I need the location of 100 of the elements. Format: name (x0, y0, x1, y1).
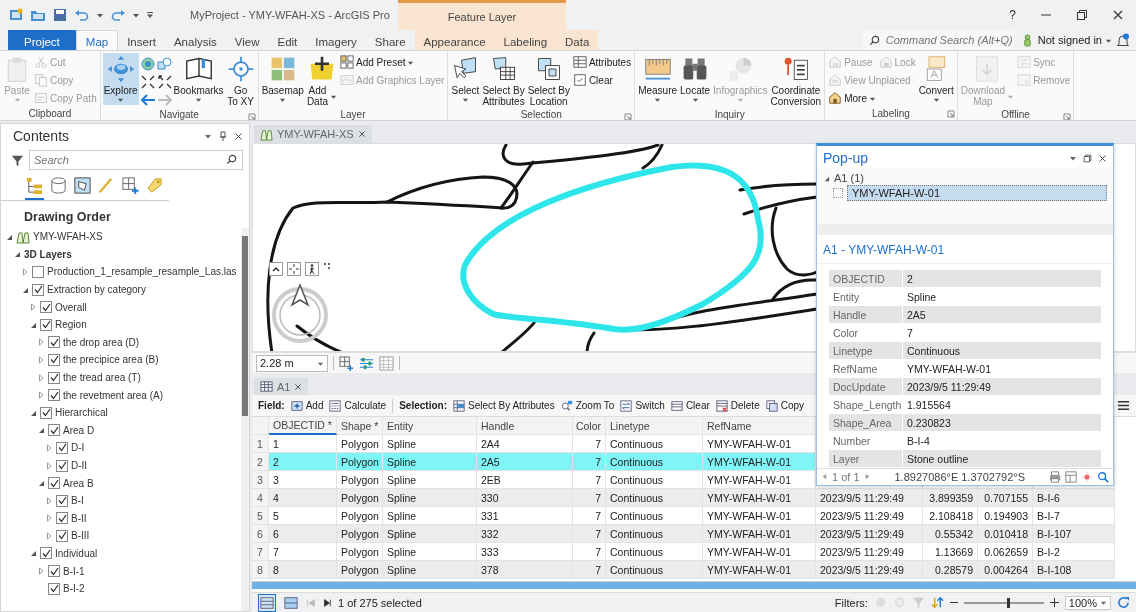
flash-icon[interactable] (1081, 470, 1093, 483)
magnifier-icon[interactable] (1097, 470, 1109, 483)
restore-icon[interactable] (1076, 9, 1088, 21)
toolbar-button[interactable]: Select By Attributes (452, 399, 555, 412)
ribbon-tab[interactable]: Data (556, 30, 599, 50)
checkbox[interactable] (40, 406, 52, 419)
ribbon-button[interactable]: Locate (679, 53, 712, 105)
collapse-arrow-icon[interactable] (13, 250, 21, 259)
expand-arrow-icon[interactable] (45, 514, 53, 523)
ribbon-tab[interactable]: Appearance (414, 30, 495, 50)
ribbon-button[interactable]: Measure (637, 53, 679, 105)
arrows-outward-icon[interactable] (156, 74, 173, 90)
layer-name[interactable]: D-I (71, 442, 85, 454)
column-header[interactable]: Entity (383, 417, 477, 435)
row-header[interactable]: 8 (252, 561, 269, 579)
launcher-icon[interactable] (946, 110, 955, 118)
ribbon-button[interactable]: Attributes (571, 54, 633, 70)
expand-arrow-icon[interactable] (21, 268, 29, 276)
checkbox[interactable] (56, 494, 68, 507)
launcher-icon[interactable] (1063, 113, 1072, 120)
ribbon-button[interactable]: More (827, 90, 877, 106)
document-tab[interactable]: YMY-WFAH-XS (254, 125, 372, 143)
toolbar-button[interactable]: Delete (715, 399, 760, 412)
checkbox[interactable] (40, 301, 52, 314)
grid-plus-icon[interactable] (339, 355, 354, 371)
ribbon-button[interactable]: Clear (571, 72, 614, 88)
compass-icon[interactable] (269, 281, 331, 343)
layer-name[interactable]: the drop area (D) (63, 336, 140, 348)
zoom-slider-thumb[interactable] (1006, 597, 1010, 608)
checkbox[interactable] (48, 582, 60, 595)
column-header[interactable]: Handle (477, 417, 573, 435)
selected-polygon[interactable] (460, 162, 764, 333)
left-arrow-icon[interactable] (139, 92, 156, 108)
layer-name[interactable]: B-I-2 (63, 583, 85, 595)
expand-arrow-icon[interactable] (45, 496, 53, 505)
arrows-inward-icon[interactable] (139, 74, 156, 90)
pin-icon[interactable] (218, 131, 228, 141)
layer-name[interactable]: Production_1_resample_resample_Las.las (47, 266, 237, 278)
layer-name[interactable]: B-I-1 (63, 565, 85, 577)
caret-icon[interactable] (96, 11, 104, 19)
view-tab[interactable] (25, 176, 44, 200)
dropdown-caret-icon[interactable] (1069, 154, 1077, 162)
checkbox[interactable] (48, 389, 60, 402)
toolbar-button[interactable]: Clear (670, 399, 710, 412)
expand-arrow-icon[interactable] (45, 443, 53, 452)
undo-icon[interactable] (74, 7, 90, 23)
expand-arrow-icon[interactable] (29, 303, 37, 312)
expand-arrow-icon[interactable] (37, 391, 45, 400)
ribbon-tab[interactable]: Share (365, 30, 415, 50)
ribbon-button[interactable]: Select By Attributes (481, 53, 526, 109)
ribbon-tab[interactable]: Labeling (494, 30, 557, 50)
table-icon[interactable] (1065, 470, 1077, 483)
layer-name[interactable]: B-I (71, 495, 84, 507)
ribbon-tab[interactable]: Analysis (164, 30, 226, 50)
layer-name[interactable]: Overall (55, 301, 87, 313)
layer-name[interactable]: Area D (63, 424, 95, 436)
minus-icon[interactable] (949, 602, 958, 603)
row-header[interactable]: 7 (252, 543, 269, 561)
ribbon-tab[interactable]: Map (75, 30, 119, 50)
search-field[interactable]: Search (29, 150, 243, 170)
checkbox[interactable] (48, 371, 60, 384)
collapse-arrow-icon[interactable] (823, 174, 830, 182)
checkbox[interactable] (32, 283, 44, 296)
ribbon-button[interactable]: Basemap (260, 53, 305, 105)
row-header[interactable]: 5 (252, 507, 269, 525)
close-icon[interactable] (1112, 9, 1124, 21)
scrollbar[interactable] (252, 581, 1136, 589)
ribbon-tab[interactable]: Project (8, 30, 76, 50)
next-page-icon[interactable] (322, 597, 332, 608)
view-mode-button[interactable] (258, 593, 276, 612)
funnel-icon[interactable] (11, 153, 24, 167)
expand-arrow-icon[interactable] (37, 355, 45, 364)
ribbon-tab[interactable]: View (225, 30, 269, 50)
scrollbar[interactable] (241, 228, 249, 611)
sort-arrows-icon[interactable] (930, 596, 944, 609)
feature-item[interactable]: YMY-WFAH-W-01 (847, 185, 1107, 201)
help-button[interactable]: ? (1009, 8, 1016, 22)
ribbon-button[interactable]: Bookmarks (172, 53, 225, 105)
document-tab[interactable]: A1 (254, 378, 309, 395)
ribbon-button[interactable]: Select By Location (526, 53, 571, 109)
map-name[interactable]: YMY-WFAH-XS (33, 231, 103, 243)
layer-name[interactable]: Region (55, 319, 87, 331)
ribbon-tab[interactable]: Imagery (306, 30, 366, 50)
expand-arrow-icon[interactable] (45, 531, 53, 540)
ribbon-tab[interactable]: Insert (118, 30, 165, 50)
row-header[interactable]: 6 (252, 525, 269, 543)
checkbox[interactable] (56, 441, 68, 454)
checkbox[interactable] (32, 266, 44, 278)
column-header[interactable]: OBJECTID * (269, 417, 337, 435)
save-icon[interactable] (52, 7, 68, 23)
command-search-box[interactable]: Command Search (Alt+Q) (862, 30, 1013, 50)
ribbon-button[interactable]: Add Preset (339, 54, 416, 70)
refresh-icon[interactable] (1117, 596, 1130, 609)
collapse-arrow-icon[interactable] (37, 479, 45, 488)
checkbox[interactable] (40, 547, 52, 560)
checkbox[interactable] (48, 477, 60, 490)
layer-name[interactable]: Extraction by category (47, 284, 146, 296)
toolbar-button[interactable]: Switch (620, 399, 665, 412)
new-project-icon[interactable] (8, 7, 24, 23)
bell-icon[interactable] (1116, 33, 1130, 47)
